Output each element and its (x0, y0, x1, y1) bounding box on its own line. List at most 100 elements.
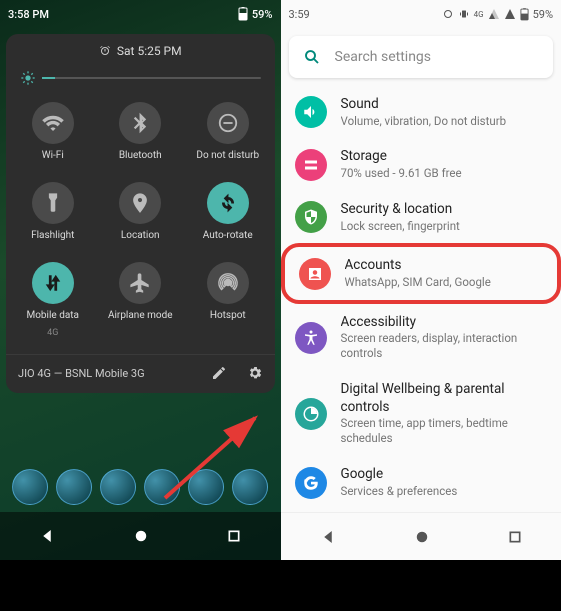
tile-label: Bluetooth (119, 150, 162, 162)
airplane-icon (119, 262, 161, 304)
nav-bar (0, 512, 281, 560)
settings-item-sub: Volume, vibration, Do not disturb (341, 114, 548, 129)
tile-label: Location (121, 230, 160, 242)
search-placeholder: Search settings (335, 49, 432, 65)
network-label: 4G (474, 10, 484, 19)
qs-header: Sat 5:25 PM (6, 34, 275, 64)
settings-screenshot: 3:59 4G 59% Search settings SoundVolume,… (281, 0, 561, 560)
edit-icon[interactable] (211, 365, 227, 381)
settings-item-sub: Screen time, app timers, bedtime schedul… (341, 416, 548, 446)
sound-icon (295, 96, 327, 128)
dock-app[interactable] (56, 469, 92, 505)
battery-icon (520, 8, 529, 21)
settings-item-text: AccountsWhatsApp, SIM Card, Google (345, 257, 544, 289)
qs-tile-airplane[interactable]: Airplane mode (98, 256, 184, 344)
autorotate-icon (207, 182, 249, 224)
brightness-icon (20, 70, 36, 86)
settings-item-google[interactable]: GoogleServices & preferences (281, 456, 561, 508)
location-icon (119, 182, 161, 224)
flashlight-icon (32, 182, 74, 224)
tile-sub: 4G (47, 328, 58, 338)
dock-app[interactable] (100, 469, 136, 505)
status-bar: 3:59 4G 59% (281, 0, 561, 28)
search-icon (303, 48, 321, 66)
recents-icon[interactable] (226, 528, 242, 544)
settings-item-wellbeing[interactable]: Digital Wellbeing & parental controlsScr… (281, 371, 561, 456)
status-bar: 3:58 PM 59% (0, 0, 281, 28)
home-dock (0, 462, 281, 512)
qs-tile-flashlight[interactable]: Flashlight (10, 176, 96, 248)
tile-label: Mobile data (27, 310, 80, 322)
tile-label: Airplane mode (108, 310, 173, 322)
qs-tile-bluetooth[interactable]: Bluetooth (98, 96, 184, 168)
signal-icon (488, 8, 500, 20)
tile-label: Do not disturb (196, 150, 259, 162)
settings-item-text: Storage70% used - 9.61 GB free (341, 148, 548, 180)
wellbeing-icon (295, 398, 327, 430)
settings-item-title: Google (341, 466, 548, 484)
dock-app[interactable] (188, 469, 224, 505)
settings-item-text: Digital Wellbeing & parental controlsScr… (341, 381, 548, 446)
qs-tile-autorotate[interactable]: Auto-rotate (185, 176, 271, 248)
google-icon (295, 467, 327, 499)
qs-tile-wifi[interactable]: Wi-Fi (10, 96, 96, 168)
qs-footer: JIO 4G — BSNL Mobile 3G (6, 354, 275, 391)
nav-bar (281, 512, 561, 560)
qs-tile-location[interactable]: Location (98, 176, 184, 248)
bluetooth-icon (119, 102, 161, 144)
qs-tile-hotspot[interactable]: Hotspot (185, 256, 271, 344)
dock-app[interactable] (12, 469, 48, 505)
settings-item-text: AccessibilityScreen readers, display, in… (341, 314, 548, 361)
hotspot-icon (207, 262, 249, 304)
quick-settings-panel: Sat 5:25 PM Wi-Fi Bluetooth Do not disturb… (6, 34, 275, 393)
qs-tile-mobiledata[interactable]: Mobile data 4G (10, 256, 96, 344)
mobiledata-icon (32, 262, 74, 304)
tile-label: Auto-rotate (203, 230, 253, 242)
settings-item-sub: WhatsApp, SIM Card, Google (345, 275, 544, 290)
accounts-icon (299, 258, 331, 290)
recents-icon[interactable] (507, 529, 523, 545)
wifi-icon (32, 102, 74, 144)
qs-tile-dnd[interactable]: Do not disturb (185, 96, 271, 168)
tile-label: Hotspot (210, 310, 246, 322)
security-icon (295, 201, 327, 233)
settings-item-accounts[interactable]: AccountsWhatsApp, SIM Card, Google (281, 243, 561, 303)
status-time: 3:58 PM (8, 8, 49, 21)
status-time: 3:59 (289, 8, 310, 21)
tile-label: Wi-Fi (42, 150, 64, 162)
settings-item-title: Digital Wellbeing & parental controls (341, 381, 548, 416)
search-settings[interactable]: Search settings (289, 36, 554, 78)
signal-icon (504, 8, 516, 20)
settings-item-sub: Lock screen, fingerprint (341, 219, 548, 234)
settings-item-sound[interactable]: SoundVolume, vibration, Do not disturb (281, 86, 561, 138)
settings-item-sub: Services & preferences (341, 484, 548, 499)
settings-item-sub: 70% used - 9.61 GB free (341, 166, 548, 181)
tile-label: Flashlight (31, 230, 74, 242)
settings-item-text: SoundVolume, vibration, Do not disturb (341, 96, 548, 128)
accessibility-icon (295, 322, 327, 354)
settings-item-storage[interactable]: Storage70% used - 9.61 GB free (281, 138, 561, 190)
storage-icon (295, 149, 327, 181)
settings-item-title: Security & location (341, 201, 548, 219)
home-icon[interactable] (413, 528, 431, 546)
status-icons: 4G 59% (442, 8, 553, 21)
carrier-label: JIO 4G — BSNL Mobile 3G (18, 367, 145, 380)
home-icon[interactable] (132, 527, 150, 545)
settings-gear-icon[interactable] (247, 365, 263, 381)
settings-item-accessibility[interactable]: AccessibilityScreen readers, display, in… (281, 304, 561, 371)
brightness-slider[interactable] (6, 64, 275, 88)
settings-item-title: Storage (341, 148, 548, 166)
alarm-icon (99, 45, 111, 57)
battery-pct: 59% (533, 8, 553, 21)
settings-item-security[interactable]: Security & locationLock screen, fingerpr… (281, 191, 561, 243)
qs-tiles-grid: Wi-Fi Bluetooth Do not disturb Flashlight Lo… (6, 88, 275, 354)
settings-item-title: Accessibility (341, 314, 548, 332)
back-icon[interactable] (38, 527, 56, 545)
dock-app[interactable] (232, 469, 268, 505)
dock-app[interactable] (144, 469, 180, 505)
battery-icon (238, 7, 248, 21)
back-icon[interactable] (319, 528, 337, 546)
dnd-icon (207, 102, 249, 144)
settings-item-text: Security & locationLock screen, fingerpr… (341, 201, 548, 233)
brightness-track[interactable] (42, 77, 261, 79)
